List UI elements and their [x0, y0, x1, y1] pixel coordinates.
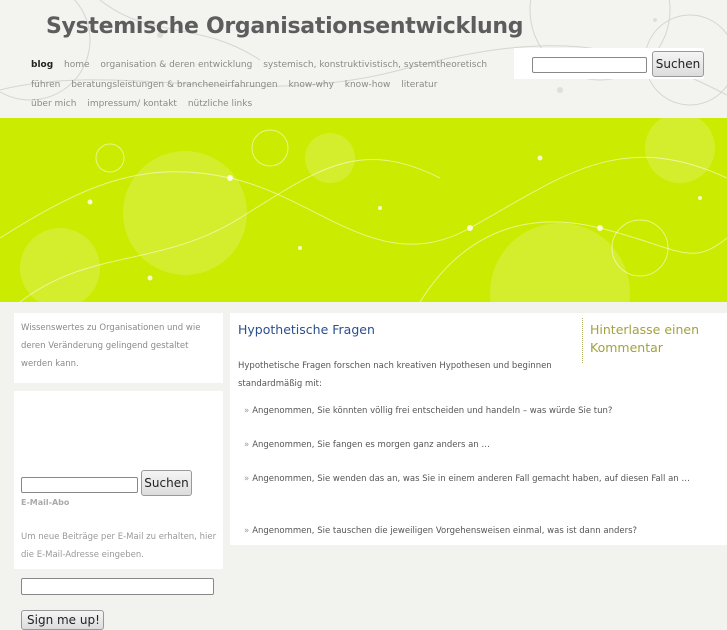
header-search-button[interactable]: Suchen — [652, 51, 704, 77]
nav-item-home[interactable]: home — [64, 60, 90, 70]
email-subscription-heading: E-Mail-Abo — [21, 498, 70, 507]
email-field[interactable] — [21, 578, 214, 595]
nav-item-nuetzliche-links[interactable]: nützliche links — [188, 99, 252, 109]
nav-item-know-why[interactable]: know-why — [288, 80, 333, 90]
post-intro: Hypothetische Fragen forschen nach kreat… — [238, 361, 552, 389]
list-item: » Angenommen, Sie tauschen die jeweiligen… — [244, 526, 638, 536]
nav-item-impressum[interactable]: impressum/ kontakt — [87, 99, 177, 109]
post-title[interactable]: Hypothetische Fragen — [238, 322, 375, 337]
comment-divider — [582, 318, 583, 363]
nav-item-know-how[interactable]: know-how — [345, 80, 391, 90]
header-banner-image — [0, 118, 727, 302]
main-navigation: blog home organisation & deren entwicklu… — [31, 56, 501, 115]
main-content: Hypothetische Fragen Hinterlasse einen K… — [230, 313, 727, 545]
site-header: Systemische Organisationsentwicklung blo… — [0, 0, 727, 118]
nav-item-beratungsleistungen[interactable]: beratungsleistungen & brancheneirfahrung… — [71, 80, 277, 90]
email-subscription-text: Um neue Beiträge per E-Mail zu erhalten,… — [21, 532, 217, 560]
sidebar-search-widget: Suchen E-Mail-Abo Um neue Beiträge per E… — [14, 391, 223, 630]
sign-me-up-button[interactable]: Sign me up! — [21, 610, 104, 630]
sidebar: Wissenswertes zu Organisationen und wie … — [14, 313, 223, 630]
nav-item-organisation[interactable]: organisation & deren entwicklung — [100, 60, 252, 70]
sidebar-search-input[interactable] — [21, 477, 138, 493]
list-item: » Angenommen, Sie könnten völlig frei ent… — [244, 406, 613, 416]
nav-item-blog[interactable]: blog — [31, 60, 53, 70]
blog-description: Wissenswertes zu Organisationen und wie … — [14, 313, 223, 383]
sidebar-search-button[interactable]: Suchen — [141, 470, 192, 496]
site-title[interactable]: Systemische Organisationsentwicklung — [46, 14, 524, 39]
header-search-input[interactable] — [532, 57, 647, 73]
nav-item-literatur[interactable]: literatur — [401, 80, 437, 90]
nav-item-ueber-mich[interactable]: über mich — [31, 99, 76, 109]
banner-bubbles-graphic — [0, 118, 727, 302]
leave-comment-link[interactable]: Hinterlasse einen Kommentar — [590, 321, 710, 357]
list-item: » Angenommen, Sie wenden das an, was Sie … — [244, 474, 690, 484]
list-item: » Angenommen, Sie fangen es morgen ganz a… — [244, 440, 490, 450]
